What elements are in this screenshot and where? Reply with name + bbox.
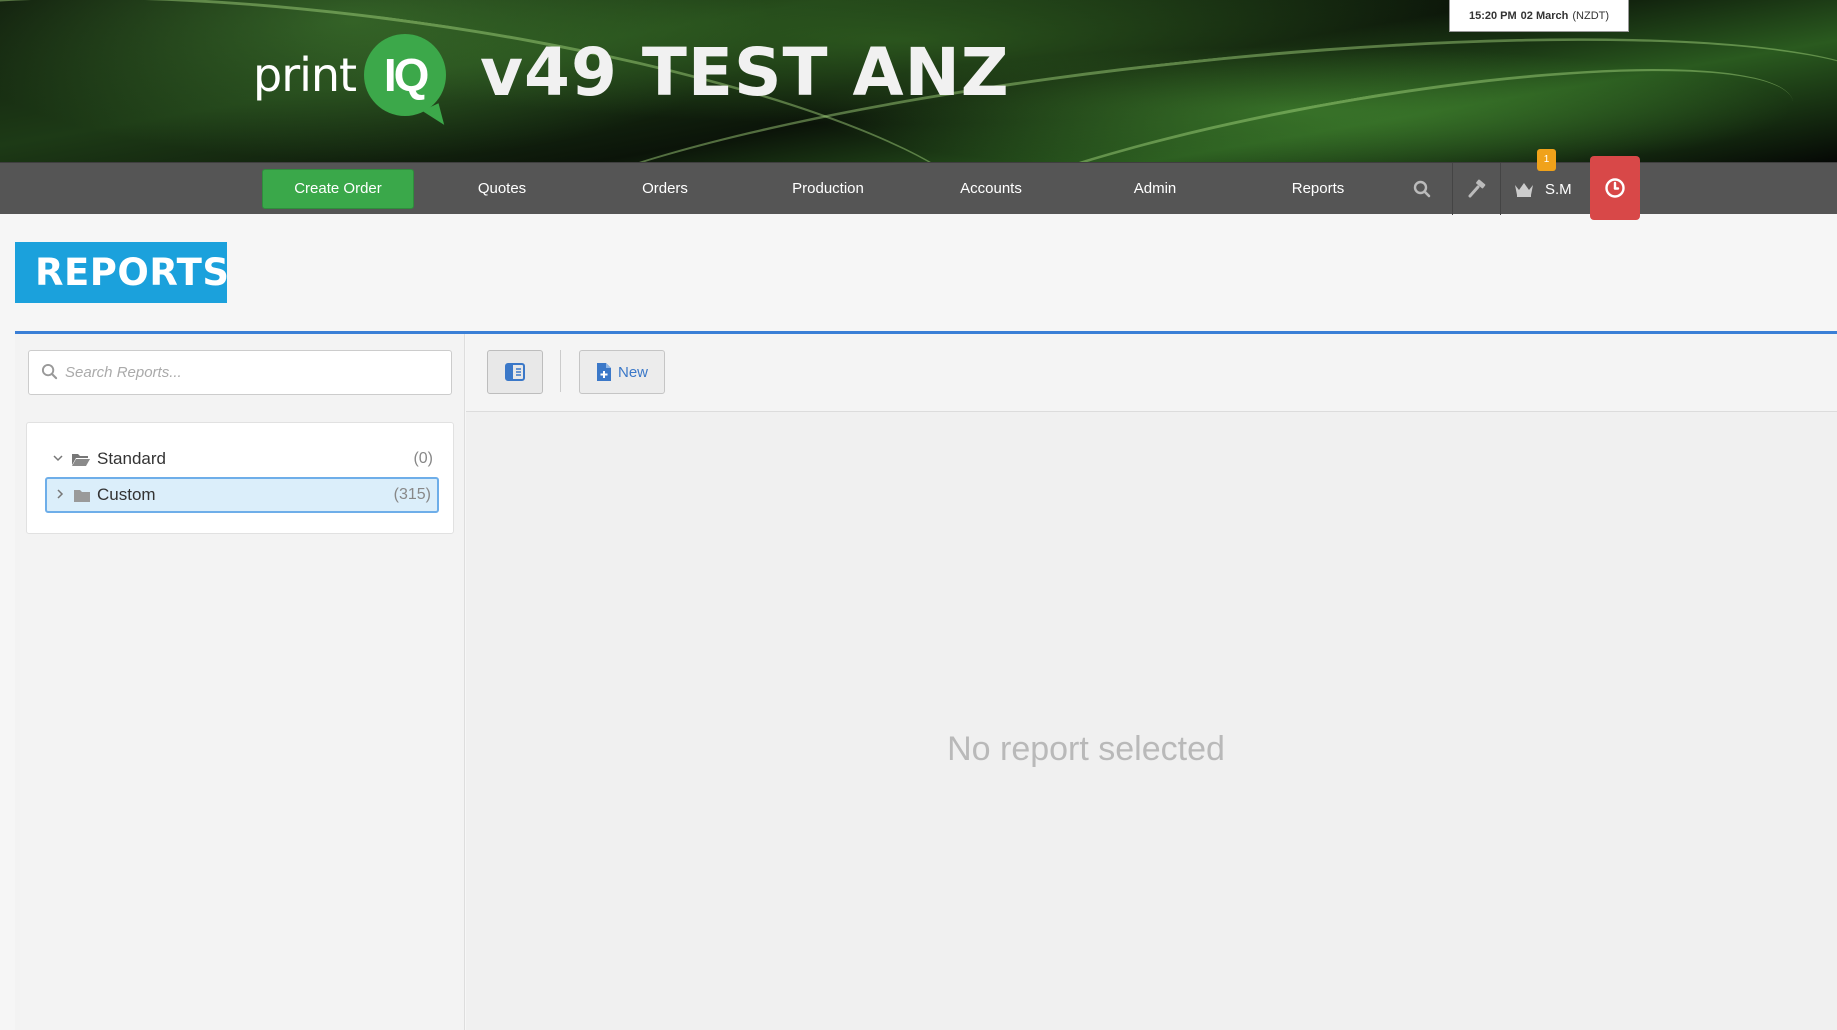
sidebar-toggle-icon (505, 363, 525, 381)
report-toolbar: New (466, 334, 1837, 412)
notification-badge[interactable]: 1 (1537, 149, 1556, 171)
nav-separator (1500, 163, 1501, 215)
logout-button[interactable] (1590, 156, 1640, 220)
crown-icon (1515, 183, 1533, 197)
toggle-sidebar-button[interactable] (487, 350, 543, 394)
reports-sidebar: Standard (0) Custom (315) (15, 334, 465, 1030)
power-icon (1605, 178, 1625, 198)
hammer-icon (1468, 179, 1486, 198)
search-reports-input[interactable] (65, 351, 445, 394)
page-title: REPORTS (15, 242, 229, 303)
tree-item-count: (0) (413, 450, 433, 467)
clock-time: 15:20 PM (1468, 9, 1517, 22)
tree-item-standard[interactable]: Standard (0) (45, 441, 439, 477)
logo-iq-bubble: IQ (364, 34, 447, 116)
chevron-down-icon[interactable] (49, 452, 67, 467)
nav-item-accounts[interactable]: Accounts (941, 163, 1041, 215)
nav-item-admin[interactable]: Admin (1105, 163, 1205, 215)
logo-print-text: print (253, 48, 357, 102)
new-report-button[interactable]: New (579, 350, 665, 394)
search-icon (41, 363, 58, 380)
nav-item-production[interactable]: Production (778, 163, 878, 215)
create-order-button[interactable]: Create Order (262, 169, 414, 209)
empty-state-message: No report selected (947, 730, 1225, 768)
new-file-icon (596, 363, 611, 381)
nav-tools-button[interactable] (1451, 163, 1503, 215)
clock-timezone: (NZDT) (1572, 9, 1610, 22)
tree-item-label: Custom (97, 485, 156, 504)
main-nav: Create Order Quotes Orders Production Ac… (0, 149, 1837, 220)
search-reports-box[interactable] (28, 350, 452, 395)
tree-item-count: (315) (393, 486, 431, 503)
folder-open-icon (71, 451, 91, 467)
new-button-label: New (617, 363, 648, 381)
search-icon (1413, 180, 1431, 198)
folder-icon (73, 488, 91, 503)
header-banner: print IQ v49 TEST ANZ 15:20 PM 02 March … (0, 0, 1837, 162)
site-title: v49 TEST ANZ (480, 34, 1010, 111)
report-viewer: No report selected (466, 412, 1837, 1030)
tree-item-label: Standard (97, 449, 166, 468)
report-folder-tree: Standard (0) Custom (315) (26, 422, 454, 534)
user-initials: S.M (1545, 180, 1572, 198)
chevron-right-icon[interactable] (51, 488, 69, 503)
tree-item-custom[interactable]: Custom (315) (45, 477, 439, 513)
nav-item-orders[interactable]: Orders (615, 163, 715, 215)
clock-display: 15:20 PM 02 March (NZDT) (1449, 0, 1629, 32)
nav-item-quotes[interactable]: Quotes (452, 163, 552, 215)
toolbar-separator (560, 350, 561, 392)
nav-item-reports[interactable]: Reports (1268, 163, 1368, 215)
printiq-logo[interactable]: print IQ (253, 33, 447, 117)
clock-date: 02 March (1520, 9, 1569, 22)
nav-search-button[interactable] (1396, 163, 1448, 215)
